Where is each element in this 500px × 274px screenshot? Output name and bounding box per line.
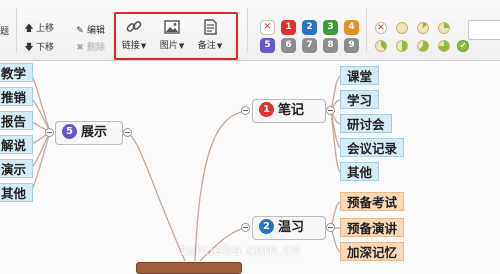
topic-notes[interactable]: 1 笔记 xyxy=(252,99,326,123)
list-item[interactable]: 解说 xyxy=(0,135,34,154)
collapse-toggle[interactable] xyxy=(326,106,335,115)
priority-6-button[interactable]: 6 xyxy=(281,38,296,53)
progress-done-button[interactable]: ✔ xyxy=(457,40,469,52)
progress-2-button[interactable] xyxy=(438,22,450,34)
priority-badge: 1 xyxy=(259,102,274,117)
list-item[interactable]: 加深记忆 xyxy=(340,242,405,261)
arrow-up-icon: 🡅 xyxy=(24,24,34,34)
list-item[interactable]: 推销 xyxy=(0,87,34,106)
watermark: tuhuaba.com.cn xyxy=(180,243,301,259)
toolbar-separator xyxy=(247,8,248,52)
collapse-toggle[interactable] xyxy=(45,128,54,137)
delete-button[interactable]: ✖ 删除 xyxy=(75,40,105,53)
list-item[interactable]: 会议记录 xyxy=(340,138,405,157)
topic-review[interactable]: 2 温习 xyxy=(252,216,326,240)
link-button[interactable]: 链接▼ xyxy=(117,18,151,54)
link-icon xyxy=(126,21,142,32)
priority-4-button[interactable]: 4 xyxy=(344,20,359,35)
progress-6-button[interactable] xyxy=(438,40,450,52)
progress-4-button[interactable] xyxy=(396,40,408,52)
list-item[interactable]: 课堂 xyxy=(340,66,380,85)
progress-0-button[interactable] xyxy=(396,22,408,34)
list-item[interactable]: 其他 xyxy=(0,183,34,202)
list-item[interactable]: 预备考试 xyxy=(340,192,405,211)
list-item[interactable]: 教学 xyxy=(0,63,34,82)
image-button[interactable]: 图片▼ xyxy=(155,18,189,54)
priority-badge: 2 xyxy=(259,219,274,234)
close-icon: ✕ xyxy=(263,22,272,32)
move-up-button[interactable]: 🡅 上移 xyxy=(24,21,54,37)
search-input[interactable] xyxy=(468,20,500,40)
list-item[interactable]: 预备演讲 xyxy=(340,218,405,237)
priority-1-button[interactable]: 1 xyxy=(281,20,296,35)
move-down-button[interactable]: 🡇 下移 xyxy=(24,40,54,56)
collapse-toggle[interactable] xyxy=(241,106,250,115)
list-item[interactable]: 报告 xyxy=(0,111,34,130)
delete-icon: ✖ xyxy=(76,43,84,53)
toolbar-fragment: 题 xyxy=(0,27,10,37)
chevron-down-icon: ▼ xyxy=(216,42,223,50)
image-label: 图片 xyxy=(159,41,178,51)
list-item[interactable]: 演示 xyxy=(0,159,34,178)
chevron-down-icon: ▼ xyxy=(178,42,185,50)
pencil-icon: ✎ xyxy=(76,26,84,36)
note-button[interactable]: 备注▼ xyxy=(193,18,227,54)
link-label: 链接 xyxy=(121,41,140,51)
priority-7-button[interactable]: 7 xyxy=(302,38,317,53)
note-icon xyxy=(204,19,217,35)
toolbar-separator xyxy=(16,8,17,52)
note-label: 备注 xyxy=(197,41,216,51)
toolbar: 题 🡅 上移 🡇 下移 ✎ 编辑 ✖ 删除 链接▼ 图片▼ 备注▼ ✕ 1 2 … xyxy=(0,0,500,61)
central-topic[interactable] xyxy=(136,262,242,274)
mindmap-canvas: 教学 推销 报告 解说 演示 其他 5 展示 1 笔记 课堂 学习 研讨会 会议记录… xyxy=(0,61,500,269)
collapse-toggle[interactable] xyxy=(123,128,132,137)
priority-9-button[interactable]: 9 xyxy=(344,38,359,53)
progress-5-button[interactable] xyxy=(417,40,429,52)
list-item[interactable]: 研讨会 xyxy=(340,114,392,133)
priority-8-button[interactable]: 8 xyxy=(323,38,338,53)
progress-1-button[interactable] xyxy=(417,22,429,34)
list-item[interactable]: 学习 xyxy=(340,90,380,109)
priority-2-button[interactable]: 2 xyxy=(302,20,317,35)
priority-3-button[interactable]: 3 xyxy=(323,20,338,35)
topic-display[interactable]: 5 展示 xyxy=(55,121,123,145)
collapse-toggle[interactable] xyxy=(326,223,335,232)
list-item[interactable]: 其他 xyxy=(340,162,380,181)
connector-lines xyxy=(29,72,341,262)
priority-badge: 5 xyxy=(62,124,77,139)
collapse-toggle[interactable] xyxy=(241,223,250,232)
toolbar-separator xyxy=(366,8,367,52)
arrow-down-icon: 🡇 xyxy=(24,43,34,53)
close-icon: ✕ xyxy=(377,23,385,33)
image-icon xyxy=(164,20,180,34)
progress-3-button[interactable] xyxy=(375,40,387,52)
edit-button[interactable]: ✎ 编辑 xyxy=(75,23,105,36)
chevron-down-icon: ▼ xyxy=(140,42,147,50)
priority-5-button[interactable]: 5 xyxy=(260,38,275,53)
checkmark-icon: ✔ xyxy=(459,41,467,50)
progress-clear-button[interactable]: ✕ xyxy=(375,22,387,34)
priority-clear-button[interactable]: ✕ xyxy=(260,20,275,35)
